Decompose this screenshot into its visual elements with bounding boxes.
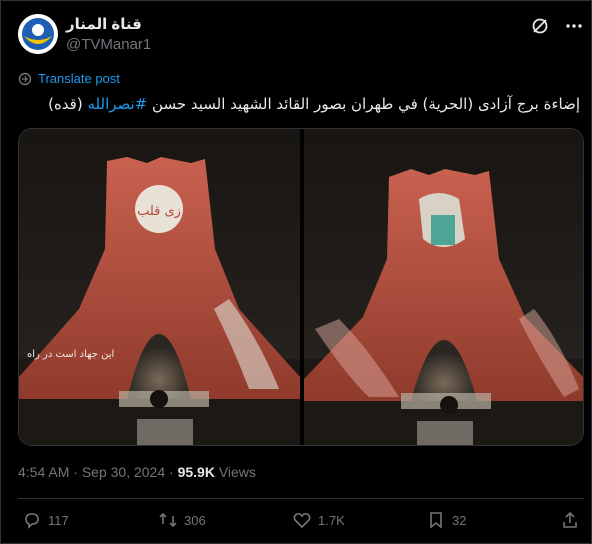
post-text-tail: (قده)	[48, 95, 83, 113]
meta-separator: ·	[73, 464, 78, 480]
bookmark-button[interactable]: 32	[426, 510, 466, 530]
post-header: قناة المنار @TVManar1	[18, 14, 584, 58]
heart-icon	[293, 512, 311, 529]
avatar[interactable]	[18, 14, 58, 54]
post-date[interactable]: Sep 30, 2024	[82, 464, 165, 480]
manar-logo-icon	[18, 14, 58, 54]
hashtag-link[interactable]: #نصرالله	[87, 95, 147, 113]
media-image-1[interactable]: زی قلب این جهاد است در راه	[19, 129, 300, 446]
repost-count: 306	[184, 512, 206, 528]
views-label: Views	[218, 464, 256, 480]
views-count: 95.9K	[177, 464, 215, 480]
reply-icon	[25, 513, 39, 529]
image-1-banner-text: زی قلب	[137, 204, 181, 219]
bookmark-count: 32	[452, 512, 467, 528]
post-time[interactable]: 4:54 AM	[18, 464, 69, 480]
post-text-main: إضاءة برج آزادی (الحرية) في طهران بصور ا…	[152, 95, 580, 113]
share-button[interactable]	[560, 510, 580, 530]
media-grid: زی قلب این جهاد است در راه	[18, 128, 584, 446]
more-options-icon[interactable]	[564, 16, 584, 36]
reply-button[interactable]: 117	[22, 510, 69, 530]
repost-icon	[159, 512, 177, 528]
like-count: 1.7K	[318, 512, 345, 528]
post-text: إضاءة برج آزادی (الحرية) في طهران بصور ا…	[20, 94, 580, 114]
action-bar: 117 306 1.7K 32	[18, 510, 584, 534]
grok-icon[interactable]	[530, 16, 550, 36]
post-meta: 4:54 AM · Sep 30, 2024 · 95.9K Views	[18, 464, 256, 480]
bookmark-icon	[430, 512, 442, 529]
like-button[interactable]: 1.7K	[292, 510, 345, 530]
repost-button[interactable]: 306	[158, 510, 206, 530]
translate-label[interactable]: Translate post	[38, 71, 120, 86]
translate-icon	[18, 72, 32, 85]
reply-count: 117	[48, 512, 69, 528]
image-1-side-text: این جهاد است در راه	[27, 349, 114, 360]
divider	[18, 498, 584, 499]
share-icon	[563, 511, 577, 528]
meta-separator: ·	[169, 464, 174, 480]
media-image-2[interactable]	[304, 129, 584, 446]
translate-post[interactable]: Translate post	[18, 71, 120, 86]
display-name[interactable]: قناة المنار	[66, 15, 151, 35]
handle[interactable]: @TVManar1	[66, 35, 151, 55]
